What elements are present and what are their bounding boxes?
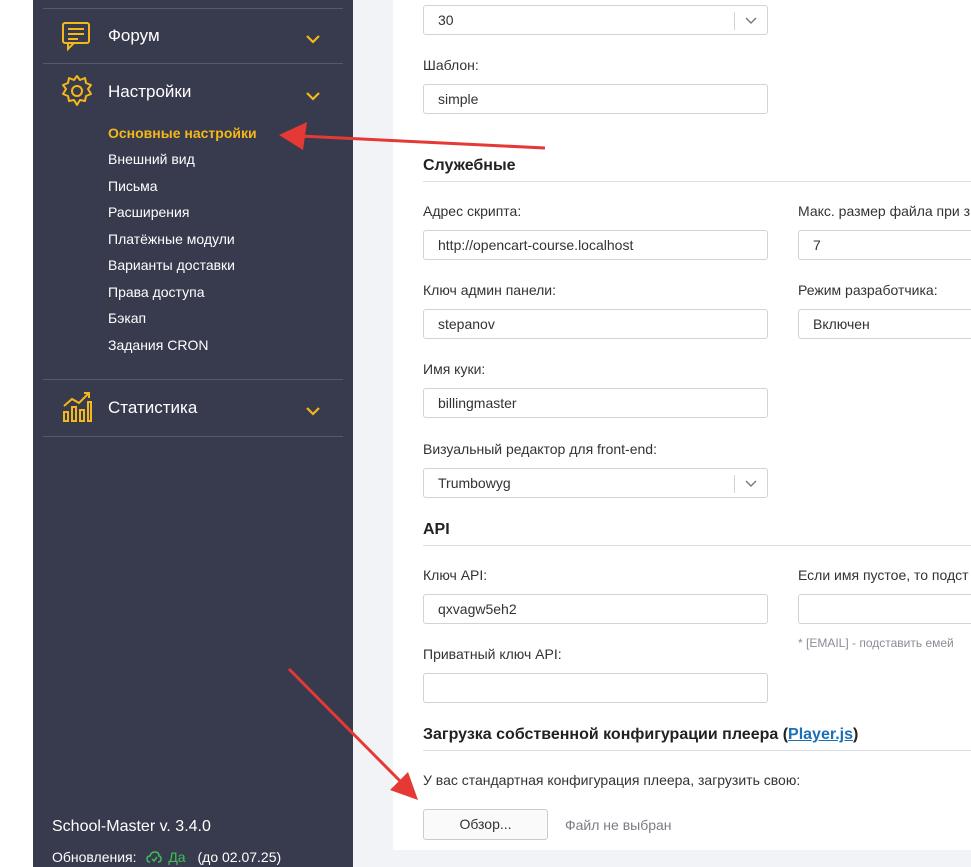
cookie-input[interactable]: billingmaster (423, 388, 768, 418)
gear-icon (62, 75, 92, 106)
sidebar-item-appearance[interactable]: Внешний вид (108, 151, 195, 167)
nav-group-statistics[interactable]: Статистика (33, 380, 353, 436)
section-divider (423, 750, 971, 751)
empty-name-label: Если имя пустое, то подст (798, 567, 969, 583)
content-gutter-bottom (353, 850, 971, 867)
sidebar-item-delivery[interactable]: Варианты доставки (108, 257, 235, 273)
nav-label-statistics: Статистика (108, 398, 198, 417)
forum-icon (62, 22, 90, 52)
updates-until: (до 02.07.25) (197, 849, 282, 865)
sidebar-item-main-settings[interactable]: Основные настройки (108, 125, 257, 141)
sidebar-item-letters[interactable]: Письма (108, 178, 158, 194)
browse-button[interactable]: Обзор... (423, 809, 548, 840)
chevron-down-icon (745, 17, 757, 24)
editor-label: Визуальный редактор для front-end: (423, 441, 657, 457)
email-hint: * [EMAIL] - подставить емей (798, 636, 954, 650)
file-status: Файл не выбран (565, 817, 672, 833)
nav-label-forum: Форум (108, 26, 160, 45)
sidebar-item-backup[interactable]: Бэкап (108, 310, 146, 326)
app-version: School-Master v. 3.4.0 (52, 818, 211, 835)
cookie-label: Имя куки: (423, 361, 486, 377)
admin-key-input[interactable]: stepanov (423, 309, 768, 339)
nav-group-settings[interactable]: Настройки (33, 64, 353, 120)
sidebar-item-cron[interactable]: Задания CRON (108, 337, 208, 353)
template-input[interactable]: simple (423, 84, 768, 114)
dev-mode-label: Режим разработчика: (798, 282, 938, 298)
player-heading-suffix: ) (852, 726, 859, 743)
chevron-down-icon (306, 35, 320, 44)
top-select-value: 30 (438, 12, 454, 28)
script-url-input[interactable]: http://opencart-course.localhost (423, 230, 768, 260)
max-file-label: Макс. размер файла при з (798, 203, 971, 219)
section-divider (423, 181, 971, 182)
player-config-text: У вас стандартная конфигурация плеера, з… (423, 772, 801, 788)
updates-value: Да (168, 849, 186, 865)
updates-status: Обновления: Да (до 02.07.25) (52, 849, 281, 865)
select-divider (734, 475, 735, 493)
max-file-input[interactable]: 7 (798, 230, 971, 260)
content-gutter (353, 0, 393, 867)
sidebar-item-access-rights[interactable]: Права доступа (108, 284, 204, 300)
chevron-down-icon (306, 407, 320, 416)
sidebar-item-extensions[interactable]: Расширения (108, 204, 189, 220)
admin-key-label: Ключ админ панели: (423, 282, 557, 298)
chevron-down-icon (745, 480, 757, 487)
top-select[interactable]: 30 (423, 5, 768, 35)
dev-mode-select[interactable]: Включен (798, 309, 971, 339)
script-url-label: Адрес скрипта: (423, 203, 522, 219)
api-key-input[interactable]: qxvagw5eh2 (423, 594, 768, 624)
player-heading: Загрузка собственной конфигурации плеера… (423, 726, 858, 744)
nav-label-settings: Настройки (108, 82, 192, 101)
nav-group-forum[interactable]: Форум (33, 8, 353, 64)
private-key-input[interactable] (423, 673, 768, 703)
updates-label: Обновления: (52, 849, 137, 865)
sidebar-item-payment-modules[interactable]: Платёжные модули (108, 231, 235, 247)
api-key-label: Ключ API: (423, 567, 488, 583)
nav-divider (43, 436, 343, 437)
api-heading: API (423, 521, 450, 538)
section-divider (423, 545, 971, 546)
player-heading-prefix: Загрузка собственной конфигурации плеера… (423, 726, 789, 743)
cloud-check-icon (146, 851, 163, 863)
settings-panel (393, 0, 971, 850)
chart-icon (63, 392, 92, 422)
select-divider (734, 12, 735, 30)
private-key-label: Приватный ключ API: (423, 646, 562, 662)
player-js-link[interactable]: Player.js (788, 726, 853, 743)
service-heading: Служебные (423, 157, 516, 174)
editor-select-value: Trumbowyg (438, 475, 511, 491)
editor-select[interactable]: Trumbowyg (423, 468, 768, 498)
empty-name-input[interactable] (798, 594, 971, 624)
chevron-down-icon (306, 92, 320, 101)
template-label: Шаблон: (423, 57, 479, 73)
sidebar: Форум Настройки Основные настройки Внешн… (33, 0, 353, 867)
